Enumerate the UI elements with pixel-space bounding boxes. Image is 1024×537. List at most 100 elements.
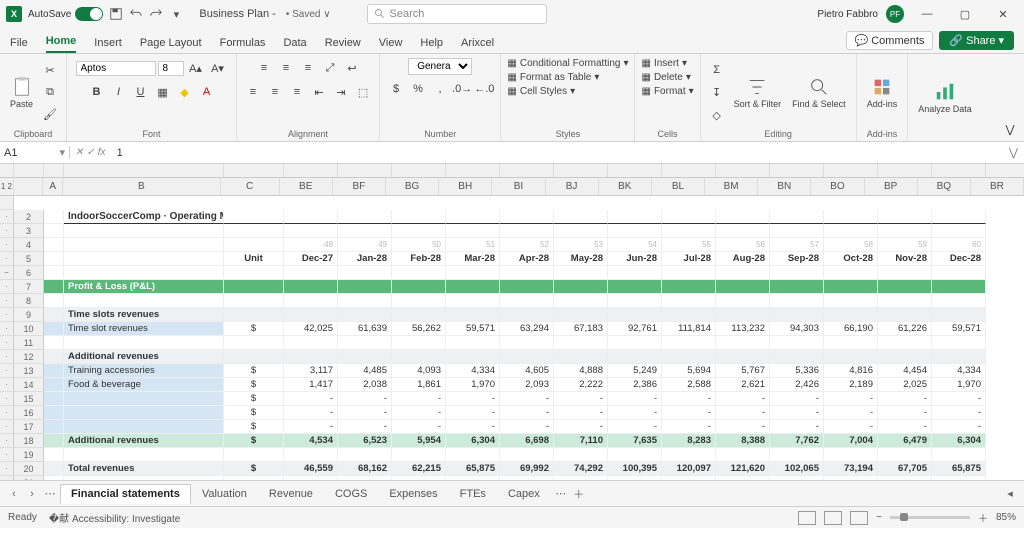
sheet-tab-expenses[interactable]: Expenses (378, 484, 448, 504)
sheet-tab-revenue[interactable]: Revenue (258, 484, 324, 504)
decrease-font-icon[interactable]: A▾ (208, 58, 228, 78)
sheet-prev-icon[interactable]: ‹ (6, 488, 22, 500)
normal-view-icon[interactable] (798, 511, 816, 525)
comments-button[interactable]: 💬 Comments (846, 31, 934, 50)
tab-insert[interactable]: Insert (94, 33, 122, 53)
save-icon[interactable] (109, 7, 123, 21)
close-button[interactable]: ✕ (988, 4, 1018, 24)
search-placeholder: Search (390, 8, 425, 20)
new-sheet-icon[interactable]: ＋ (571, 486, 587, 502)
find-select-button[interactable]: Find & Select (788, 76, 850, 109)
wrap-text-icon[interactable]: ↩ (342, 58, 362, 78)
enter-formula-icon[interactable]: ✓ (86, 147, 94, 158)
name-box[interactable]: A1▾ (0, 146, 70, 159)
sheet-tab-capex[interactable]: Capex (497, 484, 551, 504)
sheet-tab-financial-statements[interactable]: Financial statements (60, 484, 191, 504)
currency-icon[interactable]: $ (386, 79, 406, 99)
cell-styles[interactable]: ▦ Cell Styles ▾ (507, 86, 575, 97)
tab-help[interactable]: Help (420, 33, 443, 53)
percent-icon[interactable]: % (408, 79, 428, 99)
fill-color-icon[interactable]: ◆ (175, 82, 195, 102)
comma-icon[interactable]: , (430, 79, 450, 99)
format-cells[interactable]: ▦ Format ▾ (641, 86, 693, 97)
tab-home[interactable]: Home (46, 31, 77, 53)
page-break-view-icon[interactable] (850, 511, 868, 525)
clear-icon[interactable]: ◇ (707, 106, 727, 126)
tab-review[interactable]: Review (325, 33, 361, 53)
cut-icon[interactable]: ✂ (40, 61, 60, 81)
avatar[interactable]: PF (886, 5, 904, 23)
page-layout-view-icon[interactable] (824, 511, 842, 525)
copy-icon[interactable]: ⧉ (40, 83, 60, 103)
format-painter-icon[interactable]: 🖌 (40, 105, 60, 125)
format-as-table[interactable]: ▦ Format as Table ▾ (507, 72, 599, 83)
conditional-formatting[interactable]: ▦ Conditional Formatting ▾ (507, 58, 628, 69)
sheet-more-icon[interactable]: ⋯ (42, 487, 58, 500)
sheet-menu-icon[interactable]: ⋯ (553, 487, 569, 500)
decrease-indent-icon[interactable]: ⇤ (309, 82, 329, 102)
tab-page-layout[interactable]: Page Layout (140, 33, 202, 53)
collapse-ribbon-icon[interactable]: ⋁ (1000, 119, 1020, 139)
align-bottom-icon[interactable]: ≡ (298, 58, 318, 78)
undo-icon[interactable] (129, 7, 143, 21)
qat-dropdown-icon[interactable]: ▾ (169, 7, 183, 21)
tab-view[interactable]: View (379, 33, 403, 53)
addins-button[interactable]: Add-ins (863, 76, 902, 109)
border-icon[interactable]: ▦ (153, 82, 173, 102)
hscroll-left-icon[interactable]: ◂ (1002, 487, 1018, 500)
increase-font-icon[interactable]: A▴ (186, 58, 206, 78)
align-top-icon[interactable]: ≡ (254, 58, 274, 78)
sheet-next-icon[interactable]: › (24, 488, 40, 500)
tab-file[interactable]: File (10, 33, 28, 53)
font-size[interactable] (158, 61, 184, 76)
italic-icon[interactable]: I (109, 82, 129, 102)
sheet-tab-valuation[interactable]: Valuation (191, 484, 258, 504)
zoom-slider[interactable] (890, 516, 970, 519)
analyze-data-button[interactable]: Analyze Data (914, 81, 976, 114)
insert-cells[interactable]: ▦ Insert ▾ (641, 58, 687, 69)
delete-cells[interactable]: ▦ Delete ▾ (641, 72, 690, 83)
align-center-icon[interactable]: ≡ (265, 82, 285, 102)
formula-bar[interactable]: 1 (111, 147, 1003, 159)
autosave-toggle[interactable] (75, 7, 103, 21)
increase-decimal-icon[interactable]: .0→ (452, 79, 472, 99)
share-button[interactable]: 🔗 Share ▾ (939, 31, 1014, 50)
font-name[interactable] (76, 61, 156, 76)
minimize-button[interactable]: ― (912, 4, 942, 24)
sort-filter-button[interactable]: Sort & Filter (730, 76, 786, 109)
paste-button[interactable]: Paste (6, 76, 37, 109)
search-input[interactable]: Search (367, 4, 547, 24)
autosave[interactable]: AutoSave (28, 7, 103, 21)
autosum-icon[interactable]: Σ (707, 60, 727, 80)
tab-formulas[interactable]: Formulas (220, 33, 266, 53)
zoom-level[interactable]: 85% (996, 512, 1016, 523)
fill-icon[interactable]: ↧ (707, 83, 727, 103)
cancel-formula-icon[interactable]: ✕ (75, 147, 83, 158)
fx-icon[interactable]: fx (98, 147, 106, 158)
accessibility-status[interactable]: �献 Accessibility: Investigate (49, 510, 180, 525)
tab-arixcel[interactable]: Arixcel (461, 33, 494, 53)
zoom-in-icon[interactable]: ＋ (978, 510, 988, 525)
sheet-tab-ftes[interactable]: FTEs (449, 484, 497, 504)
decrease-decimal-icon[interactable]: ←.0 (474, 79, 494, 99)
merge-icon[interactable]: ⬚ (353, 82, 373, 102)
increase-indent-icon[interactable]: ⇥ (331, 82, 351, 102)
sheet-tab-cogs[interactable]: COGS (324, 484, 378, 504)
maximize-button[interactable]: ▢ (950, 4, 980, 24)
align-left-icon[interactable]: ≡ (243, 82, 263, 102)
orientation-icon[interactable]: ⤢ (320, 58, 340, 78)
align-middle-icon[interactable]: ≡ (276, 58, 296, 78)
saved-status[interactable]: • Saved ∨ (286, 9, 331, 20)
align-right-icon[interactable]: ≡ (287, 82, 307, 102)
bold-icon[interactable]: B (87, 82, 107, 102)
underline-icon[interactable]: U (131, 82, 151, 102)
number-format[interactable]: General (408, 58, 472, 75)
font-color-icon[interactable]: A (197, 82, 217, 102)
user-name[interactable]: Pietro Fabbro (817, 9, 878, 20)
zoom-out-icon[interactable]: − (876, 512, 882, 523)
spreadsheet-grid[interactable]: 1 2 ABC BEBFBGBHBIBJBKBLBMBNBOBPBQBR ·2I… (0, 164, 1024, 480)
tab-data[interactable]: Data (283, 33, 306, 53)
column-headers[interactable]: 1 2 ABC BEBFBGBHBIBJBKBLBMBNBOBPBQBR (0, 178, 1024, 196)
expand-formula-icon[interactable]: ⋁ (1003, 146, 1024, 159)
redo-icon[interactable] (149, 7, 163, 21)
